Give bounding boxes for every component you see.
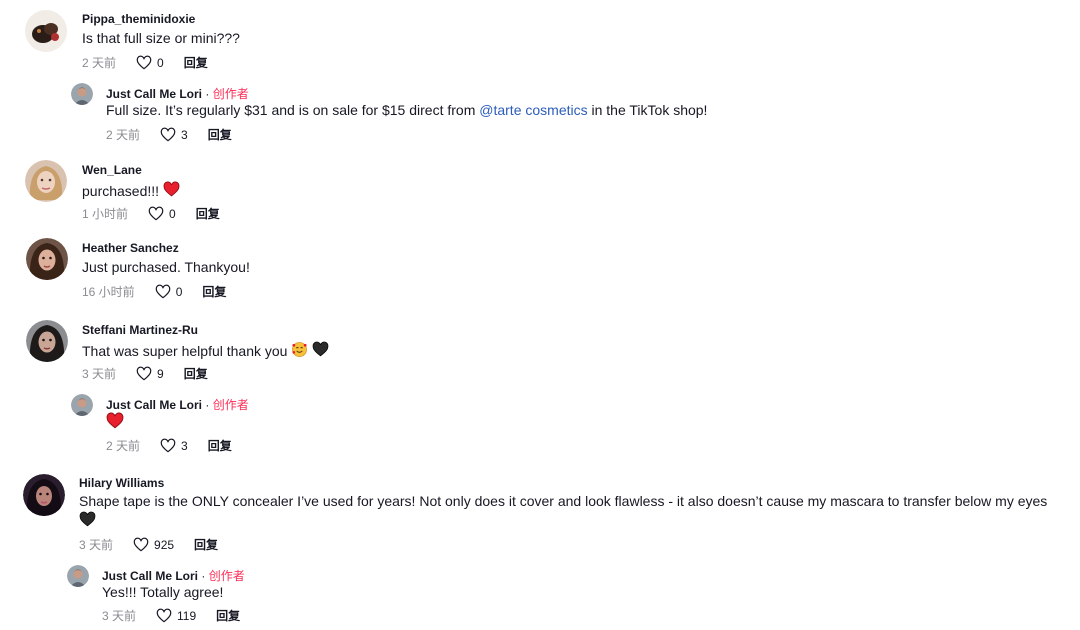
heart-icon — [160, 127, 176, 143]
heart-icon — [160, 438, 176, 454]
creator-badge: 创作者 — [208, 569, 245, 583]
comment-username[interactable]: Pippa_theminidoxie — [82, 12, 195, 26]
like-button[interactable]: 0 — [155, 284, 183, 300]
comment-meta: 3 天前 925 回复 — [79, 536, 218, 553]
reply-button[interactable]: 回复 — [196, 205, 220, 222]
like-count: 0 — [157, 55, 164, 70]
reply-button[interactable]: 回复 — [194, 536, 218, 553]
like-count: 925 — [154, 537, 175, 552]
red-heart-icon — [106, 412, 124, 430]
mention-link[interactable]: @tarte cosmetics — [479, 102, 587, 118]
creator-badge: 创作者 — [212, 87, 249, 101]
heart-icon — [156, 608, 172, 624]
separator: · — [202, 87, 213, 101]
heart-icon — [155, 284, 171, 300]
comment-meta: 1 小时前 0 回复 — [82, 205, 220, 222]
like-button[interactable]: 3 — [160, 438, 188, 454]
reply-meta: 2 天前 3 回复 — [106, 126, 232, 143]
reply-username[interactable]: Just Call Me Lori · 创作者 — [102, 567, 245, 584]
comment-time: 16 小时前 — [82, 285, 135, 299]
comment-text-emoji — [79, 511, 96, 533]
comment-username[interactable]: Wen_Lane — [82, 163, 142, 177]
comment-username[interactable]: Steffani Martinez-Ru — [82, 323, 198, 337]
like-count: 0 — [169, 206, 176, 221]
comment-time: 3 天前 — [82, 367, 117, 381]
reply-button[interactable]: 回复 — [208, 437, 232, 454]
reply-time: 2 天前 — [106, 128, 141, 142]
like-button[interactable]: 0 — [136, 55, 164, 71]
like-button[interactable]: 119 — [156, 608, 196, 624]
avatar[interactable] — [25, 10, 67, 52]
reply-button[interactable]: 回复 — [202, 283, 226, 300]
reply-button[interactable]: 回复 — [184, 365, 208, 382]
separator: · — [198, 569, 209, 583]
reply-username[interactable]: Just Call Me Lori · 创作者 — [106, 85, 249, 102]
reply-time: 2 天前 — [106, 439, 141, 453]
heart-icon — [133, 537, 149, 553]
like-button[interactable]: 3 — [160, 127, 188, 143]
reply-username-text[interactable]: Just Call Me Lori — [106, 398, 202, 412]
avatar[interactable] — [67, 565, 89, 587]
like-count: 119 — [177, 608, 197, 623]
comment-text-body: purchased!!! — [82, 183, 160, 199]
smiling-face-with-hearts-icon — [292, 342, 308, 357]
avatar[interactable] — [26, 320, 68, 362]
reply-meta: 2 天前 3 回复 — [106, 437, 232, 454]
comment-text: Is that full size or mini??? — [82, 30, 240, 46]
like-count: 3 — [181, 127, 188, 142]
heart-icon — [136, 55, 152, 71]
comment-meta: 16 小时前 0 回复 — [82, 283, 226, 300]
comment-time: 2 天前 — [82, 56, 117, 70]
heart-icon — [148, 206, 164, 222]
reply-button[interactable]: 回复 — [208, 126, 232, 143]
black-heart-icon — [79, 511, 96, 528]
heart-icon — [136, 366, 152, 382]
comment-text: Just purchased. Thankyou! — [82, 259, 250, 275]
comment-text-body: That was super helpful thank you — [82, 343, 288, 359]
reply-button[interactable]: 回复 — [184, 54, 208, 71]
avatar[interactable] — [71, 83, 93, 105]
avatar[interactable] — [23, 474, 65, 516]
comment-time: 1 小时前 — [82, 207, 129, 221]
avatar[interactable] — [26, 238, 68, 280]
reply-username-text[interactable]: Just Call Me Lori — [102, 569, 198, 583]
reply-button[interactable]: 回复 — [216, 607, 240, 624]
avatar[interactable] — [71, 394, 93, 416]
avatar[interactable] — [25, 160, 67, 202]
comment-text: purchased!!! — [82, 181, 180, 199]
black-heart-icon — [312, 341, 329, 358]
reply-text — [106, 412, 124, 431]
like-count: 0 — [175, 284, 183, 299]
like-button[interactable]: 0 — [148, 206, 176, 222]
like-count: 9 — [157, 366, 164, 381]
reply-meta: 3 天前 119 回复 — [102, 607, 240, 624]
comment-text: That was super helpful thank you — [82, 341, 329, 359]
reply-time: 3 天前 — [102, 609, 137, 623]
creator-badge: 创作者 — [212, 398, 249, 412]
comment-time: 3 天前 — [79, 538, 114, 552]
reply-text-before: Full size. It’s regularly $31 and is on … — [106, 102, 480, 118]
comment-text: Shape tape is the ONLY concealer I’ve us… — [79, 493, 1048, 509]
reply-username[interactable]: Just Call Me Lori · 创作者 — [106, 396, 249, 413]
comment-username[interactable]: Heather Sanchez — [82, 241, 179, 255]
like-count: 3 — [181, 438, 188, 453]
reply-text-after: in the TikTok shop! — [587, 102, 708, 118]
separator: · — [202, 398, 213, 412]
red-heart-icon — [163, 181, 180, 198]
comment-username[interactable]: Hilary Williams — [79, 476, 164, 490]
comment-meta: 2 天前 0 回复 — [82, 54, 208, 71]
reply-username-text[interactable]: Just Call Me Lori — [106, 87, 202, 101]
reply-text: Full size. It’s regularly $31 and is on … — [106, 102, 707, 118]
like-button[interactable]: 9 — [136, 366, 164, 382]
comment-meta: 3 天前 9 回复 — [82, 365, 208, 382]
like-button[interactable]: 925 — [133, 537, 174, 553]
reply-text: Yes!!! Totally agree! — [102, 584, 224, 600]
